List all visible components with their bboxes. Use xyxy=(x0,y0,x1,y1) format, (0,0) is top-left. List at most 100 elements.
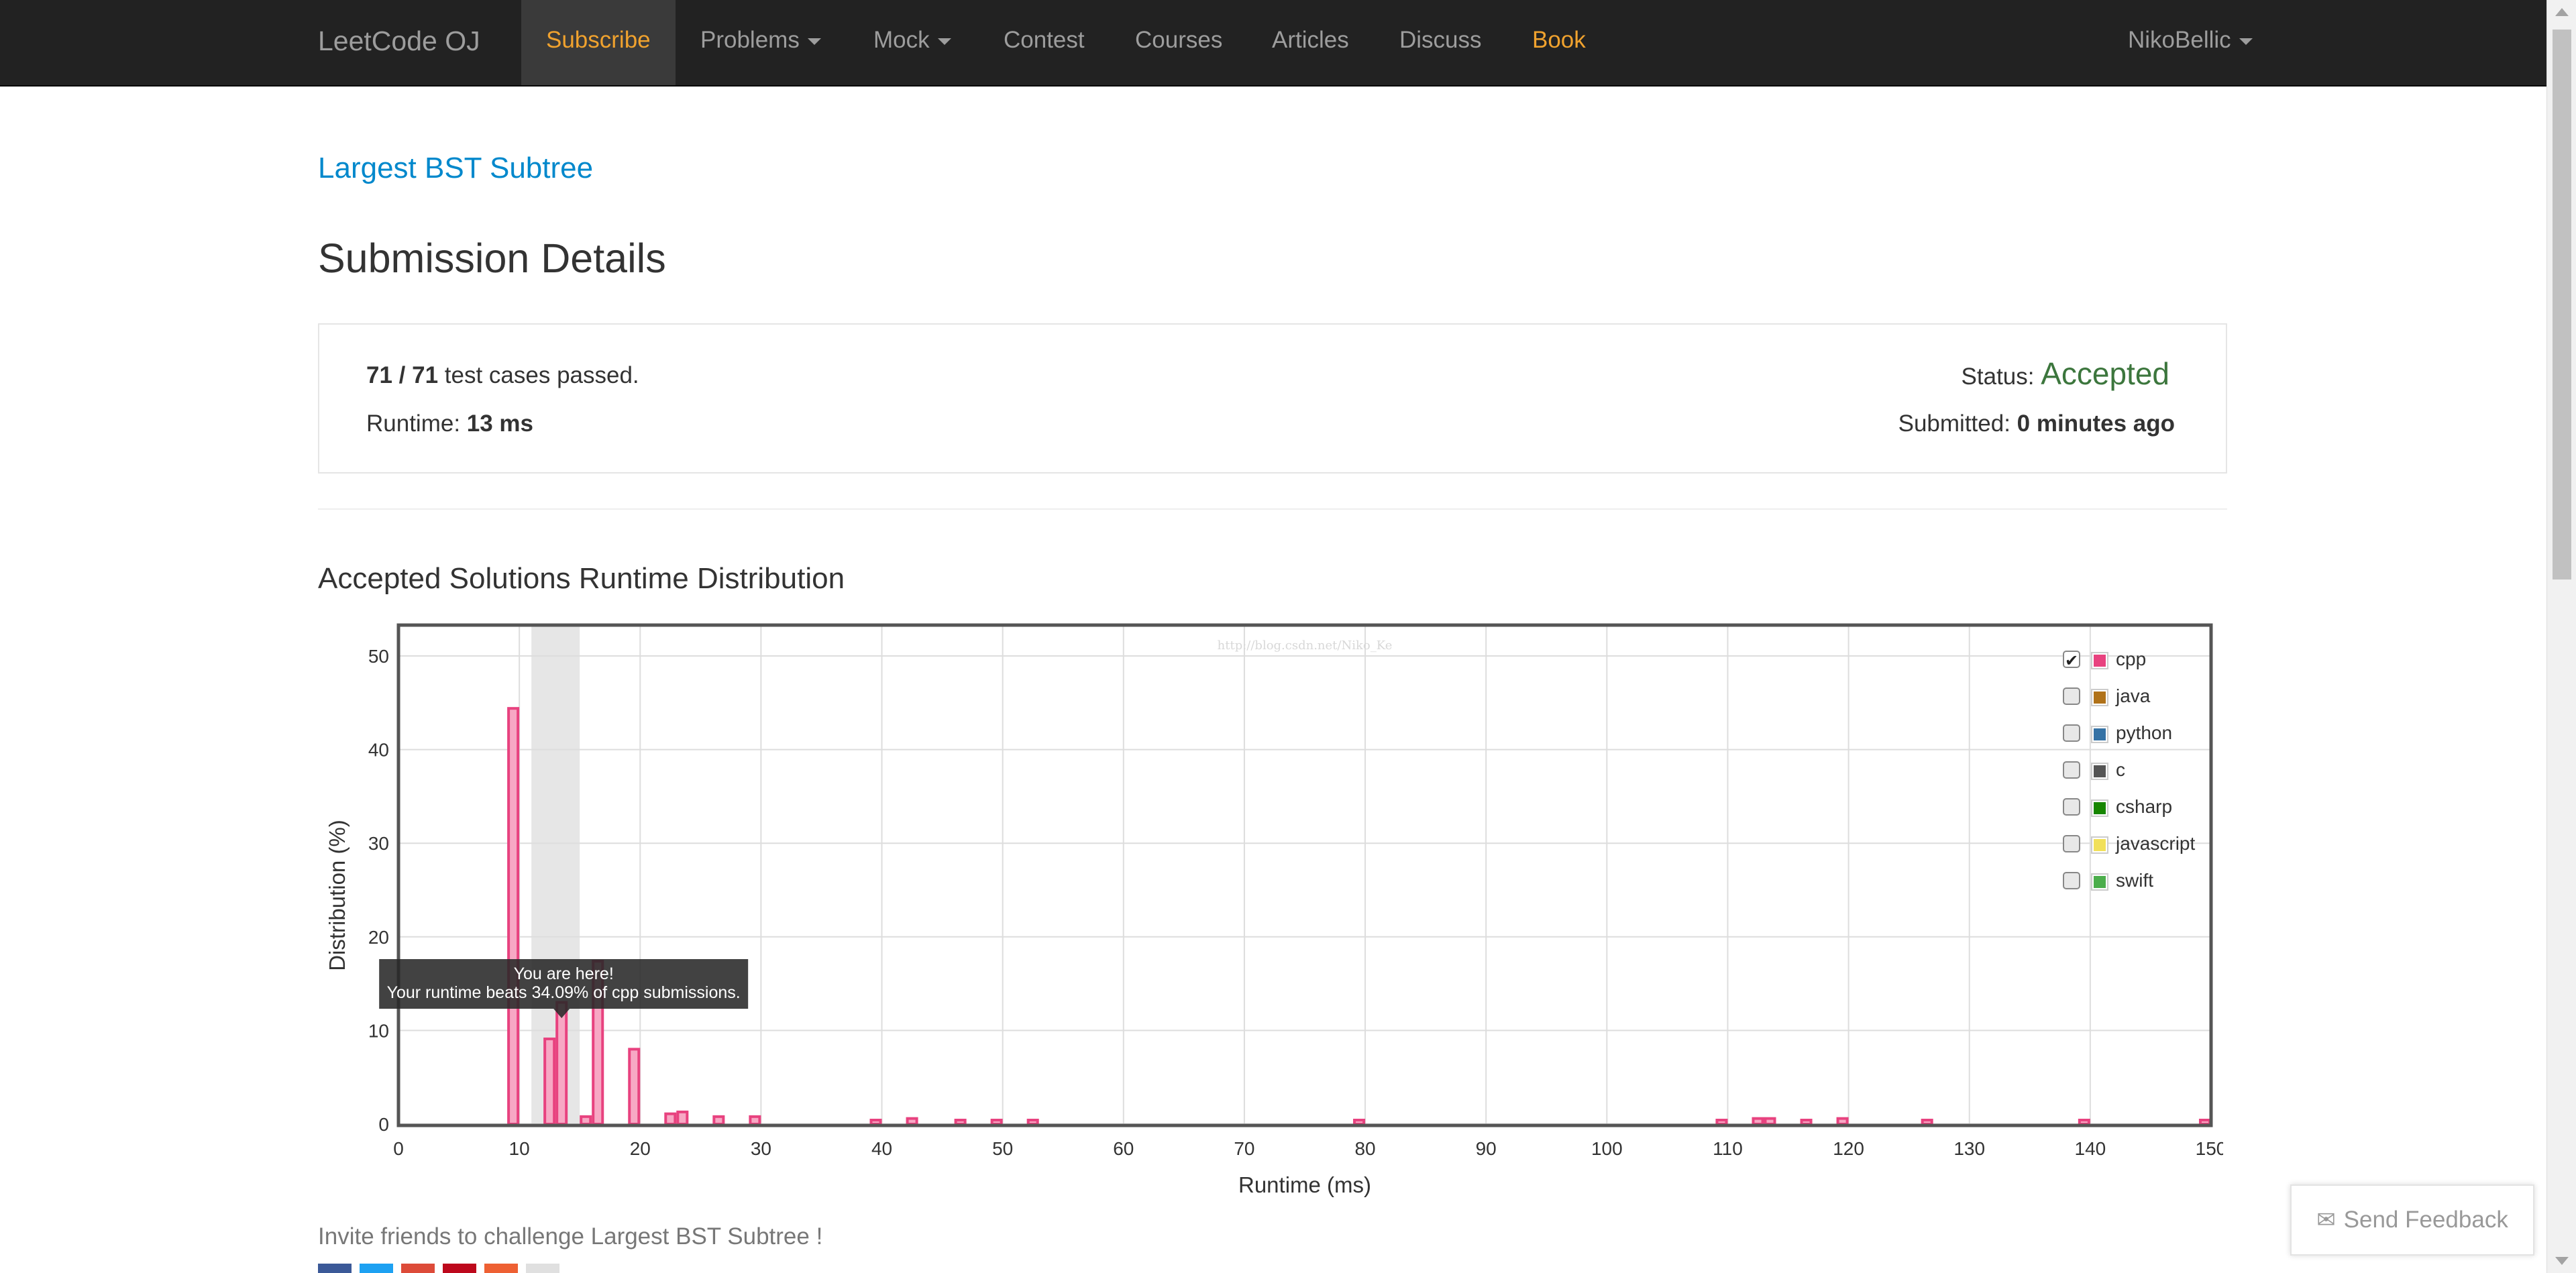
legend-label-cpp: cpp xyxy=(2116,649,2146,669)
cpp-bar[interactable] xyxy=(555,1001,568,1126)
cpp-bar[interactable] xyxy=(1715,1119,1728,1125)
runtime-label: Runtime: xyxy=(366,410,467,437)
cpp-bar[interactable] xyxy=(990,1119,1003,1125)
legend-item-swift[interactable]: swift xyxy=(2063,870,2153,891)
x-tick-label: 20 xyxy=(630,1138,651,1159)
legend-item-c[interactable]: c xyxy=(2063,759,2125,780)
cpp-bar[interactable] xyxy=(664,1112,677,1125)
legend-checkbox-csharp[interactable] xyxy=(2063,798,2080,816)
share-button[interactable] xyxy=(360,1264,393,1273)
user-menu-dropdown[interactable]: NikoBellic xyxy=(2128,27,2253,54)
y-tick-label: 20 xyxy=(368,927,389,948)
invite-friends-text: Invite friends to challenge Largest BST … xyxy=(318,1223,823,1250)
nav-contest[interactable]: Contest xyxy=(1004,27,1085,54)
cpp-bar[interactable] xyxy=(628,1048,641,1126)
x-tick-label: 80 xyxy=(1354,1138,1375,1159)
legend-color-swatch-swift xyxy=(2094,876,2106,888)
y-tick-label: 10 xyxy=(368,1020,389,1041)
submission-details-panel: 71 / 71 test cases passed. Runtime: 13 m… xyxy=(318,323,2227,474)
x-tick-label: 100 xyxy=(1591,1138,1623,1159)
share-button[interactable] xyxy=(443,1264,476,1273)
x-tick-label: 0 xyxy=(393,1138,404,1159)
cpp-bar[interactable] xyxy=(1921,1119,1933,1125)
y-axis-label: Distribution (%) xyxy=(325,820,350,971)
x-axis-label: Runtime (ms) xyxy=(1238,1172,1371,1197)
legend-checkbox-c[interactable] xyxy=(2063,761,2080,779)
cpp-bar[interactable] xyxy=(1353,1119,1366,1125)
nav-subscribe-label: Subscribe xyxy=(546,27,651,53)
x-tick-label: 150 xyxy=(2196,1138,2223,1159)
cpp-bar[interactable] xyxy=(507,707,520,1125)
nav-subscribe[interactable]: Subscribe xyxy=(546,27,651,54)
legend-checkbox-python[interactable] xyxy=(2063,724,2080,742)
cpp-bar[interactable] xyxy=(869,1119,882,1125)
send-feedback-button[interactable]: ✉ Send Feedback xyxy=(2290,1184,2534,1256)
brand-logo[interactable]: LeetCode OJ xyxy=(318,25,480,57)
cpp-bar[interactable] xyxy=(749,1115,761,1125)
test-cases-result: 71 / 71 test cases passed. xyxy=(366,362,639,389)
y-tick-label: 40 xyxy=(368,740,389,761)
test-cases-count: 71 / 71 xyxy=(366,362,439,388)
scroll-down-arrow-icon[interactable] xyxy=(2555,1257,2569,1265)
page-scrollbar[interactable] xyxy=(2546,0,2576,1273)
legend-item-python[interactable]: python xyxy=(2063,722,2172,743)
chart-plot-frame xyxy=(396,623,2213,1127)
cpp-bar[interactable] xyxy=(676,1110,689,1125)
cpp-bar[interactable] xyxy=(1836,1117,1849,1126)
legend-item-java[interactable]: java xyxy=(2063,685,2151,706)
nav-book-label: Book xyxy=(1532,27,1586,53)
x-tick-label: 90 xyxy=(1476,1138,1497,1159)
legend-checkbox-java[interactable] xyxy=(2063,687,2080,705)
status-info: Status: Accepted xyxy=(1962,355,2169,392)
cpp-bar[interactable] xyxy=(1800,1119,1813,1125)
runtime-distribution-chart: http://blog.csdn.net/Niko_Ke 0 10 20 30 40 50… xyxy=(325,623,2223,1197)
nav-articles-label: Articles xyxy=(1272,27,1349,53)
legend-item-cpp[interactable]: ✔ cpp xyxy=(2063,649,2146,670)
x-tick-label: 10 xyxy=(509,1138,530,1159)
scroll-up-arrow-icon[interactable] xyxy=(2555,8,2569,16)
legend-label-javascript: javascript xyxy=(2115,833,2195,854)
legend-label-python: python xyxy=(2116,722,2172,743)
legend-color-swatch-csharp xyxy=(2094,802,2106,814)
legend-checkbox-javascript[interactable] xyxy=(2063,835,2080,852)
cpp-bar[interactable] xyxy=(1026,1119,1039,1125)
legend-item-csharp[interactable]: csharp xyxy=(2063,796,2172,817)
x-tick-label: 130 xyxy=(1953,1138,1985,1159)
cpp-bar[interactable] xyxy=(580,1115,592,1125)
cpp-bar[interactable] xyxy=(543,1037,556,1125)
nav-discuss[interactable]: Discuss xyxy=(1399,27,1482,54)
chevron-down-icon xyxy=(2239,38,2253,45)
cpp-bar[interactable] xyxy=(906,1117,918,1126)
status-badge: Accepted xyxy=(2041,356,2169,391)
cpp-bar[interactable] xyxy=(1752,1117,1764,1126)
share-button[interactable] xyxy=(484,1264,518,1273)
x-tick-label: 120 xyxy=(1833,1138,1864,1159)
cpp-bar[interactable] xyxy=(2198,1119,2212,1125)
nav-problems-dropdown[interactable]: Problems xyxy=(700,27,821,54)
problem-title-link[interactable]: Largest BST Subtree xyxy=(318,152,593,185)
nav-courses[interactable]: Courses xyxy=(1135,27,1222,54)
legend-color-swatch-c xyxy=(2094,765,2106,777)
legend-checkbox-swift[interactable] xyxy=(2063,872,2080,889)
share-button[interactable] xyxy=(401,1264,435,1273)
chevron-down-icon xyxy=(807,38,821,45)
cpp-bar[interactable] xyxy=(712,1115,725,1125)
cpp-bar[interactable] xyxy=(2078,1119,2090,1125)
nav-problems-label: Problems xyxy=(700,27,800,53)
send-feedback-label: Send Feedback xyxy=(2343,1207,2508,1233)
scrollbar-thumb[interactable] xyxy=(2553,30,2571,579)
x-tick-label: 30 xyxy=(751,1138,771,1159)
nav-articles[interactable]: Articles xyxy=(1272,27,1349,54)
nav-mock-dropdown[interactable]: Mock xyxy=(873,27,951,54)
nav-book[interactable]: Book xyxy=(1532,27,1586,54)
legend-color-swatch-python xyxy=(2094,728,2106,740)
cpp-bar[interactable] xyxy=(1764,1117,1776,1126)
cpp-bar[interactable] xyxy=(954,1119,967,1125)
share-button[interactable] xyxy=(318,1264,352,1273)
nav-contest-label: Contest xyxy=(1004,27,1085,53)
share-button[interactable] xyxy=(526,1264,559,1273)
submitted-label: Submitted: xyxy=(1898,410,2017,437)
y-tick-label: 50 xyxy=(368,646,389,667)
x-tick-label: 140 xyxy=(2075,1138,2106,1159)
tooltip-title: You are here! xyxy=(514,964,614,983)
